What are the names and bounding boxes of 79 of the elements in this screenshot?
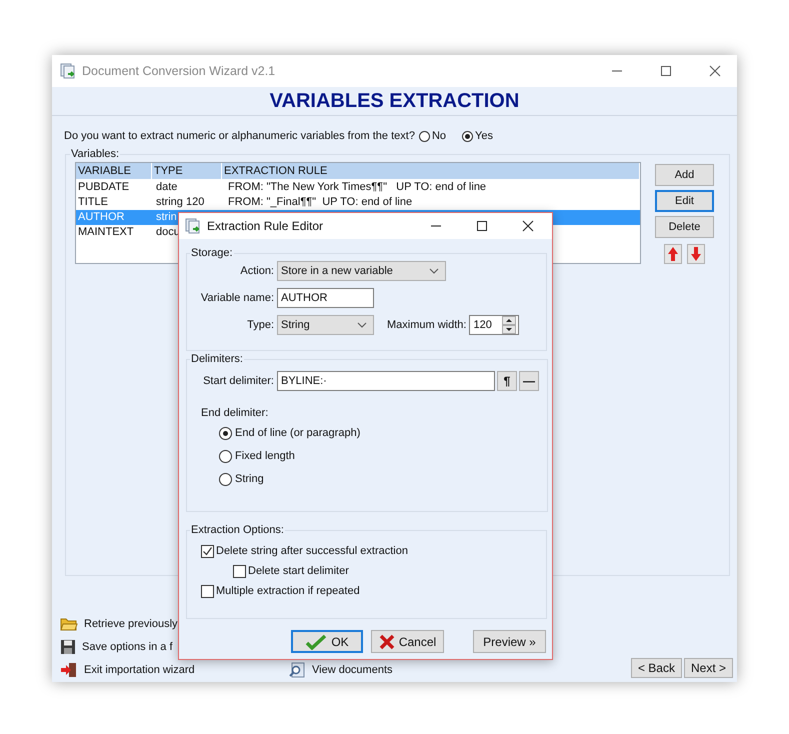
checkbox[interactable] [201,544,214,558]
checkbox-label: Delete start delimiter [248,565,349,577]
table-cell-text: TITLE [77,195,109,210]
dialog-button[interactable]: OK [291,630,363,653]
checkbox-label: Delete string after successful extraction [216,545,408,557]
group-label: Delimiters: [190,353,244,365]
type-dropdown[interactable]: String [277,315,374,335]
symbol-button[interactable]: ¶ [497,371,517,391]
group-label: Variables: [70,148,120,160]
action-button[interactable]: Add [655,164,714,186]
action-dropdown[interactable]: Store in a new variable [277,261,446,281]
window-title: Document Conversion Wizard v2.1 [82,64,276,78]
table-row[interactable]: TITLE string 120 FROM: "_Final¶¶" UP TO: end of line [76,195,640,210]
table-cell-text: string 120 [155,195,206,210]
link-text[interactable]: Save options in a f [82,640,173,652]
close-icon[interactable] [709,65,721,77]
spin-arrows-icon[interactable] [502,316,516,334]
table-cell-text: strin [155,210,178,225]
question-text: Do you want to extract numeric or alphanumeric variables from the text? [64,130,415,142]
field-label: Variable name: [200,292,274,304]
width-spin-field[interactable]: 120 [469,315,520,335]
document-magnifier-icon[interactable] [288,662,306,678]
app-icon [185,218,201,234]
action-button[interactable]: Delete [655,216,714,238]
radio-label: No [432,130,446,142]
start-delimiter-field[interactable]: BYLINE:· [277,371,495,391]
close-icon[interactable] [522,220,534,232]
radio-label: String [235,473,264,485]
column-header[interactable]: TYPE [152,163,222,179]
radio-label: Fixed length [235,450,295,462]
field-label: Action: [239,265,274,277]
radio-button[interactable] [219,472,232,486]
field-label: End delimiter: [201,407,270,419]
radio-button[interactable] [219,426,232,440]
radio-label: End of line (or paragraph) [235,427,360,439]
maximize-icon[interactable] [476,220,488,232]
app-icon [60,63,76,79]
radio-label: Yes [475,130,493,142]
table-row[interactable]: PUBDATE date FROM: "The New York Times¶¶" UP TO: end of line [76,180,640,195]
dialog-button[interactable]: Preview » [473,630,546,653]
radio-button[interactable] [418,130,430,142]
folder-icon[interactable] [60,616,78,632]
table-cell-text: MAINTEXT [77,225,135,240]
check-icon [305,634,328,650]
table-cell-text: date [155,180,178,195]
symbol-button[interactable]: — [519,371,539,391]
move-up-icon[interactable] [664,244,682,264]
variable-name-field[interactable]: AUTHOR [277,288,374,308]
table-cell-text: AUTHOR [77,210,126,225]
table-cell-text: FROM: "_Final¶¶" UP TO: end of line [227,195,414,210]
group-label: Extraction Options: [190,524,285,536]
table-cell-text: FROM: "The New York Times¶¶" UP TO: end of line [227,180,488,195]
nav-button[interactable]: Next > [684,658,733,678]
radio-button[interactable] [219,450,232,462]
action-button[interactable]: Edit [655,190,714,212]
radio-button[interactable] [462,130,473,142]
field-label: Type: [246,319,274,331]
column-header[interactable]: EXTRACTION RULE [222,163,640,179]
dialog-button[interactable]: Cancel [371,630,444,653]
caret-icon[interactable] [357,322,367,328]
table-cell-text: PUBDATE [77,180,130,195]
maximize-icon[interactable] [660,65,672,77]
page-heading: VARIABLES EXTRACTION [270,90,520,112]
group-label: Storage: [190,247,234,259]
exit-door-icon[interactable] [60,662,78,678]
link-text[interactable]: Exit importation wizard [84,664,195,676]
checkbox[interactable] [201,584,214,598]
checkbox[interactable] [233,564,246,578]
link-text[interactable]: View documents [312,664,393,676]
cross-icon [378,634,395,650]
caret-icon[interactable] [429,268,439,274]
dialog-title: Extraction Rule Editor [207,219,324,233]
column-header[interactable]: VARIABLE [76,163,152,179]
nav-button[interactable]: < Back [630,658,682,678]
move-down-icon[interactable] [687,244,705,264]
field-label: Maximum width: [387,319,466,331]
checkbox-label: Multiple extraction if repeated [216,585,360,597]
link-text[interactable]: Retrieve previously [84,618,178,630]
field-label: Start delimiter: [202,375,274,387]
